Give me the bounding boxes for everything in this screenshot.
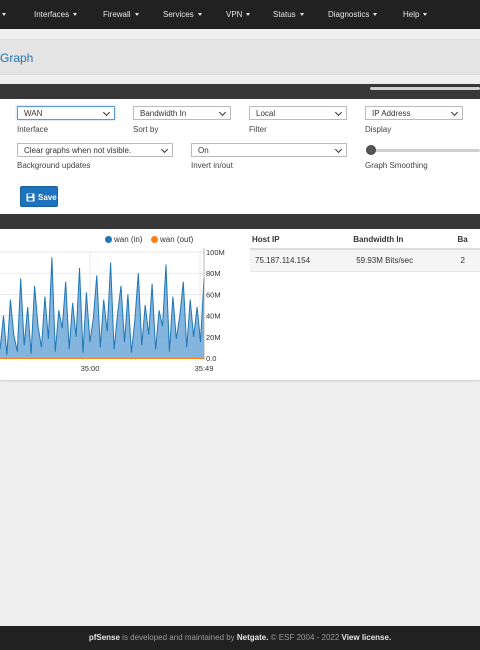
nav-status-label: Status	[273, 10, 296, 19]
nav-help-label: Help	[403, 10, 420, 19]
caret-down-icon	[2, 13, 6, 16]
x-tick-label: 35:49	[195, 364, 214, 373]
filter-select-value: Local	[256, 109, 276, 118]
cell-host-ip: 75.187.114.154	[250, 249, 352, 272]
chevron-down-icon	[334, 108, 343, 117]
breadcrumb: Graph	[0, 39, 480, 75]
interface-label: Interface	[17, 125, 49, 134]
filter-select[interactable]: Local	[249, 106, 347, 120]
col-bandwidth-out[interactable]: Ba	[455, 231, 480, 250]
graph-panel: wan (in) wan (out) 100M 80M 60M 40M 20M 0.0 3…	[0, 214, 480, 380]
y-tick-label: 40M	[206, 312, 221, 321]
graph-panel-heading	[0, 214, 480, 229]
filter-label: Filter	[249, 125, 267, 134]
y-tick-label: 100M	[206, 248, 225, 257]
footer: pfSense is developed and maintained by N…	[0, 626, 480, 650]
nav-interfaces-label: Interfaces	[34, 10, 70, 19]
nav-firewall[interactable]: Firewall	[103, 10, 139, 19]
footer-text-1: is developed and maintained by	[119, 633, 237, 642]
display-label: Display	[365, 125, 392, 134]
bandwidth-chart: 100M 80M 60M 40M 20M 0.0 35:00 35:49	[0, 248, 225, 373]
cell-bandwidth-out: 2	[455, 249, 480, 272]
sort-label: Sort by	[133, 125, 159, 134]
caret-down-icon	[73, 13, 78, 16]
y-tick-label: 80M	[206, 269, 221, 278]
save-button[interactable]: Save	[20, 186, 58, 207]
footer-netgate-link[interactable]: Netgate.	[237, 633, 269, 642]
chevron-down-icon	[102, 108, 111, 117]
save-icon	[26, 193, 35, 202]
nav-services[interactable]: Services	[163, 10, 202, 19]
hosts-table: Host IP Bandwidth In Ba 75.187.114.154 5…	[250, 231, 480, 272]
page-title[interactable]: Graph	[0, 51, 33, 65]
save-button-label: Save	[38, 193, 57, 202]
sort-select-value: Bandwidth In	[140, 109, 187, 118]
caret-down-icon	[197, 13, 202, 16]
nav-system-menu[interactable]	[0, 10, 6, 19]
background-updates-value: Clear graphs when not visible.	[24, 146, 132, 155]
invert-label: Invert in/out	[191, 161, 233, 170]
nav-diagnostics[interactable]: Diagnostics	[328, 10, 378, 19]
caret-down-icon	[246, 13, 251, 16]
nav-vpn-label: VPN	[226, 10, 243, 19]
invert-select-value: On	[198, 146, 209, 155]
nav-vpn[interactable]: VPN	[226, 10, 251, 19]
nav-status[interactable]: Status	[273, 10, 304, 19]
chevron-down-icon	[450, 108, 459, 117]
caret-down-icon	[373, 13, 378, 16]
display-select-value: IP Address	[372, 109, 411, 118]
nav-diagnostics-label: Diagnostics	[328, 10, 370, 19]
caret-down-icon	[299, 13, 304, 16]
col-host-ip[interactable]: Host IP	[250, 231, 352, 250]
footer-text-2: © ESF 2004 - 2022	[268, 633, 342, 642]
x-tick-label: 35:00	[81, 364, 100, 373]
nav-firewall-label: Firewall	[103, 10, 131, 19]
smoothing-slider[interactable]	[370, 149, 480, 152]
y-tick-label: 60M	[206, 290, 221, 299]
nav-services-label: Services	[163, 10, 194, 19]
y-axis-ticks: 100M 80M 60M 40M 20M 0.0	[206, 248, 225, 363]
interface-select-value: WAN	[24, 109, 43, 118]
col-bandwidth-in[interactable]: Bandwidth In	[351, 231, 456, 250]
chevron-down-icon	[334, 145, 343, 154]
nav-interfaces[interactable]: Interfaces	[34, 10, 78, 19]
table-row: 75.187.114.154 59.93M Bits/sec 2	[250, 249, 480, 272]
display-select[interactable]: IP Address	[365, 106, 463, 120]
interface-select[interactable]: WAN	[17, 106, 115, 120]
y-tick-label: 0.0	[206, 354, 216, 363]
y-tick-label: 20M	[206, 333, 221, 342]
background-updates-label: Background updates	[17, 161, 91, 170]
sort-select[interactable]: Bandwidth In	[133, 106, 231, 120]
caret-down-icon	[423, 13, 428, 16]
chevron-down-icon	[218, 108, 227, 117]
background-updates-select[interactable]: Clear graphs when not visible.	[17, 143, 173, 157]
smoothing-label: Graph Smoothing	[365, 161, 428, 170]
footer-license-link[interactable]: View license.	[342, 633, 392, 642]
invert-select[interactable]: On	[191, 143, 347, 157]
x-axis-ticks: 35:00 35:49	[81, 364, 214, 373]
nav-help[interactable]: Help	[403, 10, 428, 19]
chevron-down-icon	[160, 145, 169, 154]
smoothing-slider-handle[interactable]	[366, 145, 376, 155]
smoothing-slider-track[interactable]	[370, 87, 480, 90]
hosts-table-header-row: Host IP Bandwidth In Ba	[250, 231, 480, 250]
cell-bandwidth-in: 59.93M Bits/sec	[351, 249, 456, 272]
top-navbar: Interfaces Firewall Services VPN Status …	[0, 0, 480, 29]
caret-down-icon	[134, 13, 139, 16]
footer-brand: pfSense	[88, 633, 120, 642]
